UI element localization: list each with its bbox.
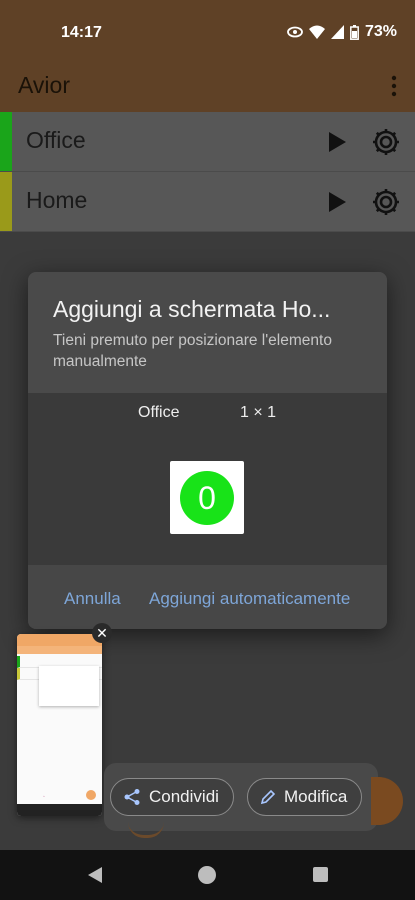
system-nav-bar — [0, 850, 415, 900]
row-color-stripe — [0, 172, 12, 231]
dialog-subtitle: Tieni premuto per posizionare l'elemento… — [53, 332, 332, 370]
add-automatically-button[interactable]: Aggiungi automaticamente — [149, 589, 350, 609]
pencil-icon — [260, 789, 276, 805]
widget-counter: 0 — [180, 471, 234, 525]
row-label: Home — [26, 187, 88, 213]
add-to-home-dialog: Aggiungi a schermata Ho... Tieni premuto… — [28, 272, 387, 629]
thumb-fab — [86, 790, 96, 800]
recents-icon[interactable] — [313, 867, 328, 882]
close-icon[interactable]: ✕ — [92, 623, 112, 643]
widget-size: 1 × 1 — [240, 404, 277, 421]
screenshot-actions-bar: Condividi Modifica — [104, 763, 378, 831]
play-icon[interactable] — [327, 131, 347, 153]
thumb-logo: ◦ — [43, 794, 45, 800]
share-label: Condividi — [149, 787, 219, 806]
list-item-office[interactable]: Office — [0, 112, 415, 172]
share-button[interactable]: Condividi — [110, 778, 234, 816]
eye-icon — [287, 26, 303, 38]
share-icon — [124, 789, 140, 805]
battery-icon — [350, 24, 359, 40]
thumb-status — [17, 634, 102, 646]
cancel-button[interactable]: Annulla — [64, 589, 121, 609]
status-bar: 14:17 73% — [0, 0, 415, 62]
widget-name: Office — [138, 404, 180, 421]
thumb-navbar — [17, 804, 102, 816]
widget-preview[interactable]: 0 — [170, 461, 244, 534]
dialog-actions: Annulla Aggiungi automaticamente — [28, 565, 387, 629]
list-item-home[interactable]: Home — [0, 172, 415, 232]
status-icons: 73% — [287, 23, 397, 41]
wifi-icon — [308, 25, 325, 39]
row-label: Office — [26, 127, 86, 153]
edit-label: Modifica — [284, 787, 348, 806]
dialog-header: Aggiungi a schermata Ho... Tieni premuto… — [28, 272, 387, 393]
edit-button[interactable]: Modifica — [247, 778, 363, 816]
screenshot-thumbnail[interactable]: ◦ — [17, 634, 102, 816]
more-options-icon[interactable] — [391, 75, 397, 97]
gear-icon[interactable] — [370, 126, 402, 158]
app-title: Avior — [18, 72, 70, 98]
back-icon[interactable] — [88, 867, 103, 883]
gear-icon[interactable] — [370, 186, 402, 218]
thumb-appbar — [17, 646, 102, 654]
home-icon[interactable] — [198, 866, 216, 884]
row-color-stripe — [0, 112, 12, 171]
thumb-menu — [39, 666, 99, 706]
battery-percent: 73% — [364, 23, 397, 40]
play-icon[interactable] — [327, 191, 347, 213]
dialog-body: Office 1 × 1 0 — [28, 393, 387, 565]
status-time: 14:17 — [61, 24, 102, 41]
signal-icon — [330, 25, 344, 39]
dialog-title: Aggiungi a schermata Ho... — [53, 296, 331, 322]
background-fab-edge — [128, 822, 164, 838]
floating-action-button[interactable] — [371, 777, 403, 825]
app-bar: Avior — [0, 62, 415, 112]
